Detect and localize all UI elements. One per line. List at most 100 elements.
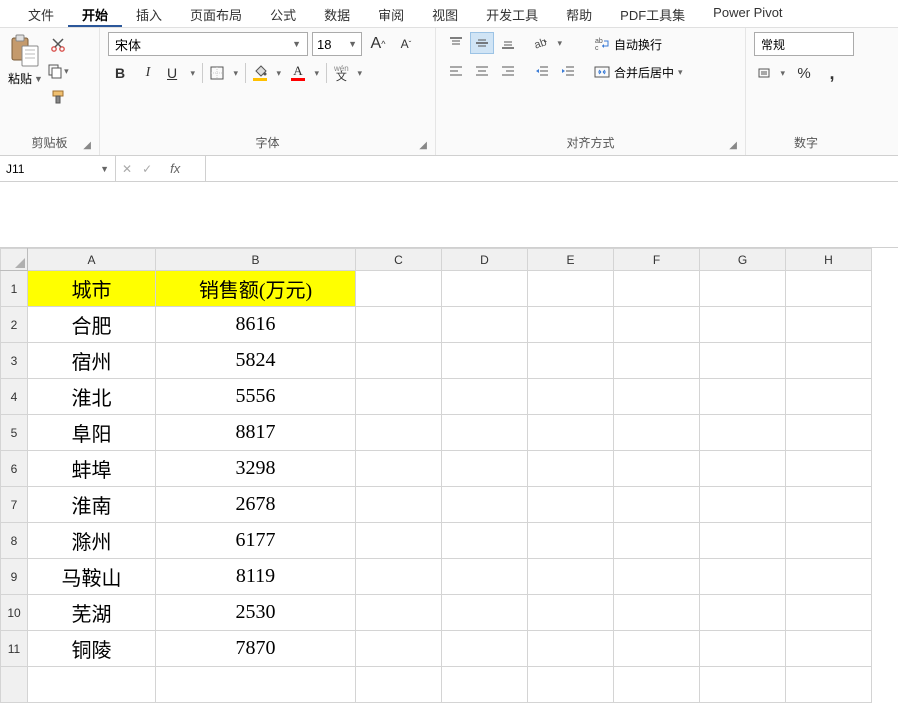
col-header-E[interactable]: E: [528, 249, 614, 271]
cell[interactable]: [28, 667, 156, 703]
cell[interactable]: [528, 451, 614, 487]
cell[interactable]: 8817: [156, 415, 356, 451]
align-top-button[interactable]: [444, 32, 468, 54]
cell[interactable]: [442, 271, 528, 307]
row-header[interactable]: 2: [1, 307, 28, 343]
cell[interactable]: [700, 451, 786, 487]
increase-indent-button[interactable]: [556, 60, 580, 82]
dialog-launcher-icon[interactable]: ◢: [419, 140, 427, 151]
cell[interactable]: [786, 667, 872, 703]
tab-pagelayout[interactable]: 页面布局: [176, 0, 256, 27]
cell[interactable]: [442, 523, 528, 559]
row-header[interactable]: 10: [1, 595, 28, 631]
cell[interactable]: [614, 523, 700, 559]
cell[interactable]: [442, 379, 528, 415]
font-color-button[interactable]: A ▾: [288, 62, 322, 84]
cell[interactable]: [442, 307, 528, 343]
shrink-font-button[interactable]: Aˇ: [394, 33, 418, 55]
fill-color-button[interactable]: ▾: [250, 62, 284, 84]
cell[interactable]: [356, 451, 442, 487]
row-header[interactable]: 6: [1, 451, 28, 487]
align-left-button[interactable]: [444, 60, 468, 82]
cell[interactable]: [786, 559, 872, 595]
align-right-button[interactable]: [496, 60, 520, 82]
cell[interactable]: 2678: [156, 487, 356, 523]
cell[interactable]: 淮北: [28, 379, 156, 415]
tab-insert[interactable]: 插入: [122, 0, 176, 27]
cell[interactable]: [786, 271, 872, 307]
cell[interactable]: [356, 271, 442, 307]
cell[interactable]: [356, 307, 442, 343]
cut-button[interactable]: [47, 34, 69, 56]
cell[interactable]: [614, 271, 700, 307]
cell[interactable]: 销售额(万元): [156, 271, 356, 307]
tab-view[interactable]: 视图: [418, 0, 472, 27]
cell[interactable]: [614, 379, 700, 415]
col-header-D[interactable]: D: [442, 249, 528, 271]
cell[interactable]: [442, 343, 528, 379]
cell[interactable]: [528, 271, 614, 307]
select-all-corner[interactable]: [1, 249, 28, 271]
cell[interactable]: [356, 523, 442, 559]
cell[interactable]: [442, 595, 528, 631]
cell[interactable]: [442, 667, 528, 703]
orientation-button[interactable]: ab ▾: [530, 32, 564, 54]
align-middle-button[interactable]: [470, 32, 494, 54]
cell[interactable]: 铜陵: [28, 631, 156, 667]
align-bottom-button[interactable]: [496, 32, 520, 54]
dialog-launcher-icon[interactable]: ◢: [83, 140, 91, 151]
cell[interactable]: [700, 379, 786, 415]
cell[interactable]: 8616: [156, 307, 356, 343]
tab-powerpivot[interactable]: Power Pivot: [699, 0, 796, 27]
cell[interactable]: [700, 523, 786, 559]
phonetic-button[interactable]: wén 文 ▾: [331, 62, 365, 84]
row-header[interactable]: 8: [1, 523, 28, 559]
cell[interactable]: [528, 487, 614, 523]
cell[interactable]: [528, 523, 614, 559]
cell[interactable]: [528, 307, 614, 343]
cell[interactable]: [786, 487, 872, 523]
cell[interactable]: 蚌埠: [28, 451, 156, 487]
cell[interactable]: [528, 379, 614, 415]
cell[interactable]: 5824: [156, 343, 356, 379]
cell[interactable]: [356, 667, 442, 703]
cell[interactable]: [614, 415, 700, 451]
cell[interactable]: [614, 595, 700, 631]
cell[interactable]: [786, 631, 872, 667]
cell[interactable]: [786, 307, 872, 343]
col-header-B[interactable]: B: [156, 249, 356, 271]
comma-style-button[interactable]: ,: [820, 62, 844, 84]
cell[interactable]: [442, 559, 528, 595]
cell[interactable]: [528, 415, 614, 451]
cell[interactable]: [786, 523, 872, 559]
row-header[interactable]: 7: [1, 487, 28, 523]
cell[interactable]: 滁州: [28, 523, 156, 559]
cell[interactable]: 7870: [156, 631, 356, 667]
cell[interactable]: [442, 487, 528, 523]
cell[interactable]: [786, 415, 872, 451]
grow-font-button[interactable]: A^: [366, 33, 390, 55]
cell[interactable]: [700, 631, 786, 667]
row-header[interactable]: [1, 667, 28, 703]
row-header[interactable]: 9: [1, 559, 28, 595]
row-header[interactable]: 5: [1, 415, 28, 451]
row-header[interactable]: 4: [1, 379, 28, 415]
cell[interactable]: 马鞍山: [28, 559, 156, 595]
cell[interactable]: 芜湖: [28, 595, 156, 631]
tab-file[interactable]: 文件: [14, 0, 68, 27]
cell[interactable]: 6177: [156, 523, 356, 559]
cell[interactable]: 城市: [28, 271, 156, 307]
cell[interactable]: 2530: [156, 595, 356, 631]
row-header[interactable]: 11: [1, 631, 28, 667]
cell[interactable]: [786, 343, 872, 379]
tab-formulas[interactable]: 公式: [256, 0, 310, 27]
cell[interactable]: 5556: [156, 379, 356, 415]
cell[interactable]: [528, 631, 614, 667]
cell[interactable]: [528, 595, 614, 631]
cell[interactable]: [614, 559, 700, 595]
fx-button[interactable]: fx: [162, 161, 188, 176]
cell[interactable]: [786, 595, 872, 631]
cell[interactable]: [614, 487, 700, 523]
tab-review[interactable]: 审阅: [364, 0, 418, 27]
number-format-combo[interactable]: 常规: [754, 32, 854, 56]
